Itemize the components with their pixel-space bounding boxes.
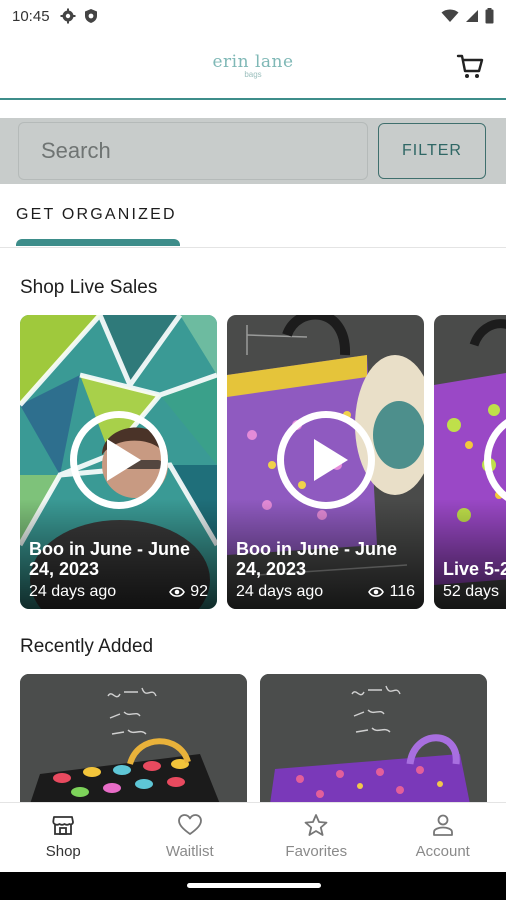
nav-waitlist[interactable]: Waitlist	[127, 803, 254, 872]
cart-button[interactable]	[456, 52, 484, 85]
live-sale-card[interactable]: Boo in June - June 24, 2023 24 days ago …	[20, 315, 217, 609]
video-title: Live 5-2 Mayflie	[443, 559, 506, 579]
brand-logo[interactable]: erin lane bags	[212, 52, 293, 79]
status-left-icons	[60, 8, 98, 24]
logo-wordmark: erin lane	[212, 51, 294, 72]
nav-label: Waitlist	[165, 843, 214, 860]
status-bar: 10:45	[0, 0, 506, 32]
product-image	[20, 674, 247, 804]
eye-icon	[368, 587, 385, 597]
cellular-signal-icon	[466, 10, 478, 22]
live-sale-card[interactable]: Boo in June - June 24, 2023 24 days ago …	[227, 315, 424, 609]
video-meta: 52 days	[443, 583, 506, 601]
tab-get-organized[interactable]: GET ORGANIZED	[16, 206, 177, 224]
status-time: 10:45	[12, 7, 50, 25]
play-icon	[106, 439, 141, 481]
video-views: 92	[169, 583, 208, 601]
bottom-navigation: Shop Waitlist Favorites Account	[0, 802, 506, 872]
product-image	[260, 674, 487, 804]
heart-icon	[177, 814, 202, 835]
nav-label: Favorites	[285, 843, 348, 860]
product-card[interactable]	[20, 674, 247, 804]
play-button[interactable]	[277, 411, 375, 509]
video-views: 116	[368, 583, 415, 601]
video-age: 24 days ago	[29, 583, 117, 600]
search-bar: FILTER	[0, 118, 506, 184]
shopping-cart-icon	[456, 54, 484, 78]
video-age: 24 days ago	[236, 583, 324, 600]
nav-shop[interactable]: Shop	[0, 803, 127, 872]
video-title: Boo in June - June 24, 2023	[29, 539, 191, 579]
recently-added-heading: Recently Added	[20, 636, 154, 657]
system-gesture-bar	[0, 872, 506, 900]
filter-button[interactable]: FILTER	[378, 123, 486, 179]
category-tabbar: GET ORGANIZED	[0, 184, 506, 248]
wifi-icon	[441, 9, 459, 22]
search-input[interactable]	[18, 122, 368, 180]
live-sales-heading: Shop Live Sales	[20, 277, 158, 298]
shield-icon	[84, 9, 97, 23]
shop-icon	[52, 816, 75, 835]
recently-added-carousel[interactable]	[20, 674, 506, 804]
play-icon	[313, 439, 348, 481]
nav-account[interactable]: Account	[380, 803, 506, 872]
live-sale-card[interactable]: Live 5-2 Mayflie 52 days	[434, 315, 506, 609]
star-icon	[304, 814, 328, 836]
video-title: Boo in June - June 24, 2023	[236, 539, 398, 579]
video-age: 52 days	[443, 583, 500, 600]
home-gesture-handle[interactable]	[187, 883, 321, 888]
battery-icon	[485, 8, 494, 24]
eye-icon	[169, 587, 186, 597]
nav-favorites[interactable]: Favorites	[253, 803, 380, 872]
play-button[interactable]	[70, 411, 168, 509]
video-meta: 24 days ago 116	[236, 583, 415, 601]
product-card[interactable]	[260, 674, 487, 804]
logo-tagline: bags	[244, 69, 262, 79]
view-count: 92	[190, 583, 208, 600]
nav-label: Account	[415, 843, 470, 860]
video-meta: 24 days ago 92	[29, 583, 208, 601]
live-sales-carousel[interactable]: Boo in June - June 24, 2023 24 days ago …	[20, 315, 506, 610]
person-icon	[432, 814, 453, 836]
status-right-icons	[441, 8, 494, 24]
tab-selected-indicator	[16, 239, 180, 246]
view-count: 116	[389, 583, 415, 600]
settings-gear-icon	[60, 8, 76, 24]
app-header: erin lane bags	[0, 32, 506, 100]
nav-label: Shop	[45, 843, 81, 860]
